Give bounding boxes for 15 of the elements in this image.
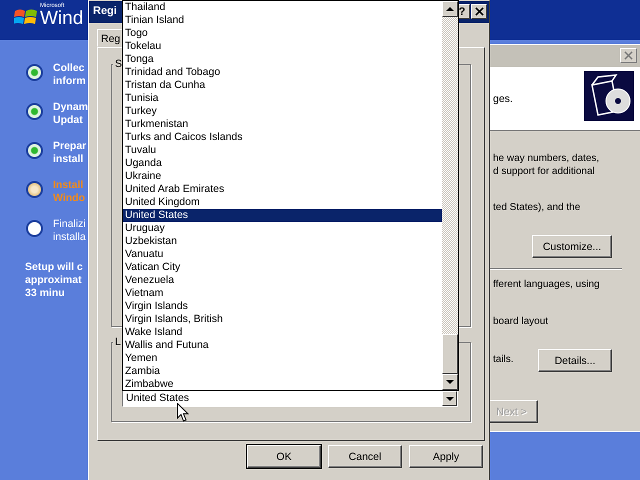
step-label: Finalizi installa <box>53 218 86 244</box>
header-text: ges. <box>493 93 513 105</box>
description-text: fferent languages, using <box>493 278 600 291</box>
step-label: Collec inform <box>53 62 86 88</box>
window-title: Regi <box>93 5 117 17</box>
step-label: Dynam Updat <box>53 101 88 127</box>
logo-text: Wind <box>40 8 84 30</box>
description-text: tails. <box>493 353 514 366</box>
description-text: d support for additional <box>493 165 595 178</box>
description-text: board layout <box>493 315 548 328</box>
step-label: Install Windo <box>53 179 85 205</box>
description-text: he way numbers, dates, <box>493 152 600 165</box>
step-label: Prepar install <box>53 140 86 166</box>
time-estimate-text: Setup will c approximat 33 minu <box>25 261 83 300</box>
description-text: ted States), and the <box>493 201 580 214</box>
